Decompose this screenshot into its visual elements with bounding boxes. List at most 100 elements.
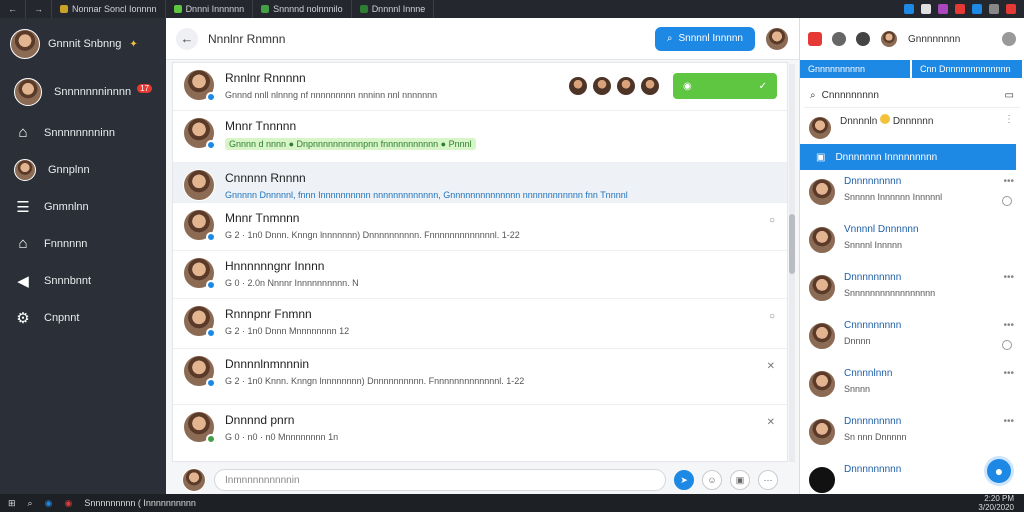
- new-chat-button[interactable]: ●: [984, 456, 1014, 486]
- conversation-row[interactable]: Dnnnnlnmnnnin G 2 · 1n0 Knnn. Knngn lnnn…: [173, 349, 787, 405]
- right-topbar: Gnnnnnnnn: [800, 18, 1024, 60]
- extension-icon[interactable]: [989, 4, 999, 14]
- call-button[interactable]: ◉ ✓: [673, 73, 777, 99]
- close-icon[interactable]: ✕: [767, 361, 775, 372]
- more-button[interactable]: ⋯: [758, 470, 778, 490]
- sidebar: Gnnnit Snbnng ✦ Snnnnnnninnnn 17 ⌂ Snnnn…: [0, 18, 166, 494]
- conversation-preview: G 0 · n0 · n0 Mnnnnnnnn 1n: [225, 432, 339, 442]
- contact-item[interactable]: Dnnnnnnnnn Snnnnnnnnnnnnnnnnn •••: [800, 266, 1024, 314]
- tab-directory[interactable]: Cnn Dnnnnnnnnnnnnn: [912, 60, 1022, 78]
- avatar: [593, 77, 611, 95]
- star-icon: ✦: [129, 38, 138, 50]
- more-icon[interactable]: •••: [1003, 320, 1014, 331]
- browser-tab[interactable]: Dnnni Innnnnn: [166, 0, 254, 18]
- extension-icon[interactable]: [955, 4, 965, 14]
- more-icon[interactable]: ⋮: [1004, 114, 1014, 125]
- sidebar-item-groups[interactable]: Gnnplnn: [0, 151, 166, 188]
- sidebar-item-label: Cnpnnt: [44, 311, 80, 324]
- sidebar-item-label: Snnnnnnninnnn: [54, 86, 132, 98]
- globe-icon[interactable]: [832, 32, 846, 46]
- attachment-button[interactable]: ▣: [730, 470, 750, 490]
- settings-icon[interactable]: [856, 32, 870, 46]
- sidebar-item-notifications[interactable]: Snnnnnnninnnn 17: [0, 70, 166, 114]
- contact-name: Dnnnnnnnnn: [844, 176, 902, 187]
- avatar: [183, 257, 216, 290]
- conversation-name: Dnnnnd pnrn: [225, 413, 295, 427]
- sidebar-item-store[interactable]: ⌂ Fnnnnnn: [0, 225, 166, 262]
- sidebar-profile[interactable]: Gnnnit Snbnng ✦: [0, 18, 166, 70]
- contact-item-selected[interactable]: ▣ Dnnnnnnn Innnnnnnnn: [800, 144, 1016, 170]
- more-icon[interactable]: •••: [1003, 176, 1014, 187]
- avatar: [10, 29, 40, 59]
- conversation-name: Mnnr Tnmnnn: [225, 211, 300, 225]
- contact-name: Cnnnnnnnnn: [844, 320, 902, 331]
- conversation-row-selected[interactable]: Cnnnnn Rnnnn Gnnnnn Dnnnnnl, fnnn Innnnn…: [173, 163, 787, 203]
- more-icon[interactable]: •••: [1003, 272, 1014, 283]
- search-icon[interactable]: ⌕: [28, 498, 33, 509]
- avatar: [183, 411, 216, 444]
- conversation-row[interactable]: Rnnlnr Rnnnnn Gnnnd nnll nlnnng nf nnnnn…: [173, 63, 787, 111]
- sidebar-item-documents[interactable]: ☰ Gnmnlnn: [0, 188, 166, 225]
- conversation-row[interactable]: Dnnnnd pnrn G 0 · n0 · n0 Mnnnnnnnn 1n ✕: [173, 405, 787, 457]
- close-icon[interactable]: ✕: [767, 417, 775, 428]
- forward-button[interactable]: →: [26, 0, 52, 18]
- browser-tab[interactable]: Snnnnd nolnnnilo: [253, 0, 352, 18]
- browser-tab[interactable]: Nonnar Soncl Ionnnn: [52, 0, 166, 18]
- search-button[interactable]: ⌕ Snnnnl Innnnn: [654, 26, 755, 51]
- menu-icon[interactable]: [1002, 32, 1016, 46]
- avatar: [808, 226, 836, 254]
- contacts-search[interactable]: ⌕ Cnnnnnnnnn ▭: [804, 84, 1020, 108]
- taskbar: ⊞ ⌕ ◉ ◉ Snnnnnnnnn ( Innnnnnnnnn 2:20 PM…: [0, 494, 1024, 512]
- search-icon: ⌕: [666, 33, 673, 44]
- more-icon[interactable]: •••: [1003, 368, 1014, 379]
- extension-icon[interactable]: [938, 4, 948, 14]
- check-icon: [1002, 196, 1012, 206]
- scrollbar[interactable]: [789, 64, 795, 462]
- conversation-row[interactable]: Mnnr Tnmnnn G 2 · 1n0 Dnnn. Knngn lnnnnn…: [173, 203, 787, 251]
- back-button[interactable]: ←: [0, 0, 26, 18]
- filter-icon[interactable]: ▭: [1005, 90, 1014, 101]
- notification-icon[interactable]: [808, 32, 822, 46]
- sidebar-item-settings[interactable]: ⚙ Cnpnnt: [0, 299, 166, 336]
- contact-status: Snnnn: [844, 384, 871, 394]
- conversation-name: Cnnnnn Rnnnn: [225, 171, 306, 185]
- conversation-row[interactable]: Hnnnnnngnr Innnn G 0 · 2.0n Nnnnr Innnnn…: [173, 251, 787, 299]
- edge-icon[interactable]: ◉: [45, 498, 53, 509]
- contact-item[interactable]: Vnnnnl Dnnnnnn Snnnnl Innnnn: [800, 218, 1024, 266]
- browser-tab[interactable]: Dnnnnl Innne: [352, 0, 435, 18]
- avatar[interactable]: [880, 30, 898, 48]
- emoji-button[interactable]: ☺: [702, 470, 722, 490]
- sidebar-item-announcements[interactable]: ◀ Snnnbnnt: [0, 262, 166, 299]
- taskbar-app-label[interactable]: Snnnnnnnnn ( Innnnnnnnnn: [84, 498, 196, 508]
- conversation-list: Rnnlnr Rnnnnn Gnnnd nnll nlnnng nf nnnnn…: [172, 62, 788, 462]
- conversation-row[interactable]: Rnnnpnr Fnmnn G 2 · 1n0 Dnnn Mnnnnnnnn 1…: [173, 299, 787, 349]
- more-icon[interactable]: •••: [1003, 416, 1014, 427]
- back-arrow-icon[interactable]: ←: [176, 27, 198, 50]
- conversation-preview: Gnnnnn Dnnnnnl, fnnn Innnnnnnnnn nnnnnnn…: [225, 190, 628, 200]
- system-clock[interactable]: 2:20 PM 3/20/2020: [978, 494, 1024, 512]
- tab-contacts[interactable]: Gnnnnnnnnnn: [800, 60, 910, 78]
- conversation-name: Mnnr Tnnnnn: [225, 119, 297, 133]
- contact-item[interactable]: Dnnnnnnnnn Sn nnn Dnnnnn •••: [800, 410, 1024, 458]
- message-input[interactable]: Inmnnnnnnnnnin: [214, 469, 666, 491]
- contact-item[interactable]: Dnnnnnnnnn Snnnnn Innnnnn Innnnnl •••: [800, 170, 1024, 218]
- avatar: [183, 355, 216, 388]
- extension-icon[interactable]: [921, 4, 931, 14]
- megaphone-icon: ◀: [17, 272, 29, 290]
- sidebar-item-label: Snnnbnnt: [44, 274, 92, 287]
- send-button[interactable]: ➤: [674, 470, 694, 490]
- chrome-icon[interactable]: ◉: [64, 498, 72, 509]
- contact-item[interactable]: Cnnnnlnnn Snnnn •••: [800, 362, 1024, 410]
- sidebar-item-home[interactable]: ⌂ Snnnnnnnninn: [0, 114, 166, 151]
- conversation-row[interactable]: Mnnr Tnnnnn Gnnnn d nnnn ● Dnpnnnnnnnnnn…: [173, 111, 787, 163]
- scrollbar-thumb[interactable]: [789, 214, 795, 274]
- contact-item[interactable]: Dnnnnln Dnnnnnn ⋮: [800, 108, 1024, 142]
- contact-item[interactable]: Cnnnnnnnnn Dnnnn •••: [800, 314, 1024, 362]
- avatar[interactable]: [765, 26, 789, 51]
- check-icon: ✓: [758, 80, 767, 92]
- extension-icon[interactable]: [1006, 4, 1016, 14]
- windows-start-icon[interactable]: ⊞: [8, 498, 16, 509]
- extension-icon[interactable]: [972, 4, 982, 14]
- extension-icon[interactable]: [904, 4, 914, 14]
- contact-name: Cnnnnlnnn: [844, 368, 893, 379]
